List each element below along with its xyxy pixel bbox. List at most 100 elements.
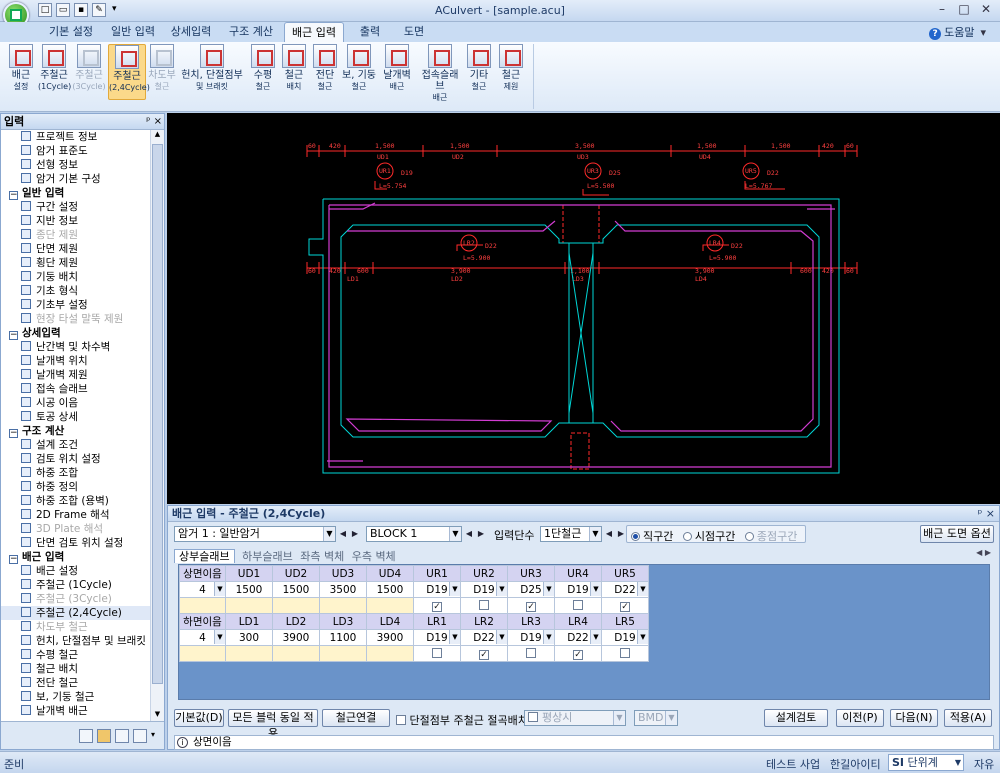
export-icon[interactable] xyxy=(133,729,147,743)
lr3-dia-select[interactable]: D19 ▼ xyxy=(507,629,555,646)
ur2-dia-select[interactable]: D19 ▼ xyxy=(460,581,508,598)
lr2-dia-select[interactable]: D22 ▼ xyxy=(460,629,508,646)
tab-general-input[interactable]: 일반 입력 xyxy=(106,22,160,42)
ribbon-button-1[interactable]: 주철근 (1Cycle) xyxy=(38,44,71,100)
level-select[interactable]: 1단철근 ▼ xyxy=(540,526,602,542)
tab-basic-settings[interactable]: 기본 설정 xyxy=(40,22,102,42)
tree-item[interactable]: 주철근 (2,4Cycle) xyxy=(1,606,151,620)
collapse-icon[interactable]: − xyxy=(9,191,18,200)
tree-item[interactable]: 철근 배치 xyxy=(1,662,151,676)
ribbon-button-7[interactable]: 철근 배치 xyxy=(280,44,308,100)
ur4-checkbox[interactable] xyxy=(554,597,602,614)
bend-layout-checkbox[interactable]: 단절점부 주철근 절곡배치 xyxy=(396,712,528,728)
collapse-icon[interactable]: − xyxy=(9,331,18,340)
radio-start[interactable]: 시점구간 xyxy=(682,530,735,543)
ribbon-button-0[interactable]: 배근 설정 xyxy=(6,44,36,100)
subtab-upper-slab[interactable]: 상부슬래브 xyxy=(174,549,235,563)
tree-item[interactable]: 구간 설정 xyxy=(1,200,151,214)
next-block-icon[interactable]: ▶ xyxy=(476,527,486,541)
tree-item[interactable]: 단면 제원 xyxy=(1,242,151,256)
tree-item[interactable]: 프로젝트 정보 xyxy=(1,130,151,144)
tree-item[interactable]: 기둥 배치 xyxy=(1,270,151,284)
text-view-icon[interactable] xyxy=(115,729,129,743)
lr5-checkbox[interactable] xyxy=(601,645,649,662)
ur3-checkbox[interactable]: ✓ xyxy=(507,597,555,614)
tree-item[interactable]: 설계 조건 xyxy=(1,438,151,452)
tree-item[interactable]: 수평 철근 xyxy=(1,648,151,662)
next-culvert-icon[interactable]: ▶ xyxy=(350,527,360,541)
help-button[interactable]: ? 도움말 ▾ xyxy=(929,24,986,40)
tree-item[interactable]: 기초부 설정 xyxy=(1,298,151,312)
lr1-checkbox[interactable] xyxy=(413,645,461,662)
tab-detail-input[interactable]: 상세입력 xyxy=(164,22,218,42)
design-check-button[interactable]: 설계검토 xyxy=(764,709,828,727)
apply-all-blocks-button[interactable]: 모든 블럭 동일 적용 xyxy=(228,709,318,740)
tree-item[interactable]: 2D Frame 해석 xyxy=(1,508,151,522)
tree-scrollbar[interactable]: ▲ ▼ xyxy=(150,130,164,722)
tree-item[interactable]: 배근 설정 xyxy=(1,564,151,578)
ud4-input[interactable]: 1500 xyxy=(366,581,414,598)
lr4-checkbox[interactable]: ✓ xyxy=(554,645,602,662)
tree-item[interactable]: 토공 상세 xyxy=(1,410,151,424)
lr4-dia-select[interactable]: D22 ▼ xyxy=(554,629,602,646)
tree-group[interactable]: − 일반 입력 xyxy=(1,186,151,200)
lower-joint-select[interactable]: 4 ▼ xyxy=(179,629,226,646)
ribbon-button-8[interactable]: 전단 철근 xyxy=(310,44,340,100)
tree-item[interactable]: 단면 검토 위치 설정 xyxy=(1,536,151,550)
footer-dropdown-icon[interactable]: ▾ xyxy=(151,730,155,739)
ud2-input[interactable]: 1500 xyxy=(272,581,320,598)
ld3-input[interactable]: 1100 xyxy=(319,629,367,646)
tab-output[interactable]: 출력 xyxy=(350,22,390,42)
ribbon-button-3[interactable]: 주철근 (2,4Cycle) xyxy=(108,44,150,100)
tree-item[interactable]: 하중 조합 xyxy=(1,466,151,480)
ur1-dia-select[interactable]: D19 ▼ xyxy=(413,581,461,598)
apply-button[interactable]: 적용(A) xyxy=(944,709,992,727)
ribbon-button-13[interactable]: 철근 제원 xyxy=(496,44,526,100)
tree-view-icon[interactable] xyxy=(79,729,93,743)
lr5-dia-select[interactable]: D19 ▼ xyxy=(601,629,649,646)
tree-group[interactable]: − 배근 입력 xyxy=(1,550,151,564)
subtab-left-wall[interactable]: 좌측 벽체 xyxy=(300,550,344,563)
ld2-input[interactable]: 3900 xyxy=(272,629,320,646)
prev-level-icon[interactable]: ◀ xyxy=(604,527,614,541)
next-level-icon[interactable]: ▶ xyxy=(616,527,626,541)
culvert-select[interactable]: 암거 1 : 일반암거 ▼ xyxy=(174,526,336,542)
tree-group[interactable]: − 구조 계산 xyxy=(1,424,151,438)
radio-straight[interactable]: 직구간 xyxy=(631,530,673,543)
tree-item[interactable]: 기초 형식 xyxy=(1,284,151,298)
tree-item[interactable]: 지반 정보 xyxy=(1,214,151,228)
ur2-checkbox[interactable] xyxy=(460,597,508,614)
tree-item[interactable]: 주철근 (1Cycle) xyxy=(1,578,151,592)
subtab-right-wall[interactable]: 우측 벽체 xyxy=(352,550,396,563)
ribbon-button-11[interactable]: 접속슬래브 배근 xyxy=(418,44,462,102)
lr2-checkbox[interactable]: ✓ xyxy=(460,645,508,662)
panel-pin-close-icon[interactable]: ᵖ × xyxy=(978,506,995,521)
next-button[interactable]: 다음(N) xyxy=(890,709,938,727)
ur5-dia-select[interactable]: D22 ▼ xyxy=(601,581,649,598)
rebar-connect-button[interactable]: 철근연결 xyxy=(322,709,390,727)
tree-item[interactable]: 하중 정의 xyxy=(1,480,151,494)
ur4-dia-select[interactable]: D19 ▼ xyxy=(554,581,602,598)
ld4-input[interactable]: 3900 xyxy=(366,629,414,646)
ribbon-button-5[interactable]: 헌치, 단절점부 및 브래킷 xyxy=(180,44,244,100)
unit-system-select[interactable]: SI 단위계 ▼ xyxy=(888,754,964,771)
scroll-up-icon[interactable]: ▲ xyxy=(151,130,164,142)
tree-item[interactable]: 시공 이음 xyxy=(1,396,151,410)
subtab-scroll-icon[interactable]: ◀ ▶ xyxy=(976,548,991,557)
prev-culvert-icon[interactable]: ◀ xyxy=(338,527,348,541)
prev-button[interactable]: 이전(P) xyxy=(836,709,884,727)
tree-item[interactable]: 난간벽 및 차수벽 xyxy=(1,340,151,354)
tree-item[interactable]: 날개벽 제원 xyxy=(1,368,151,382)
tree-item[interactable]: 횡단 제원 xyxy=(1,256,151,270)
tab-structural-calc[interactable]: 구조 계산 xyxy=(222,22,280,42)
collapse-icon[interactable]: − xyxy=(9,555,18,564)
ud3-input[interactable]: 3500 xyxy=(319,581,367,598)
tree-item[interactable]: 날개벽 배근 xyxy=(1,704,151,718)
tree-scroll-thumb[interactable] xyxy=(152,144,163,684)
ur3-dia-select[interactable]: D25 ▼ xyxy=(507,581,555,598)
ur1-checkbox[interactable]: ✓ xyxy=(413,597,461,614)
prev-block-icon[interactable]: ◀ xyxy=(464,527,474,541)
tree-item[interactable]: 보, 기둥 철근 xyxy=(1,690,151,704)
tree-item[interactable]: 전단 철근 xyxy=(1,676,151,690)
block-select[interactable]: BLOCK 1 ▼ xyxy=(366,526,462,542)
